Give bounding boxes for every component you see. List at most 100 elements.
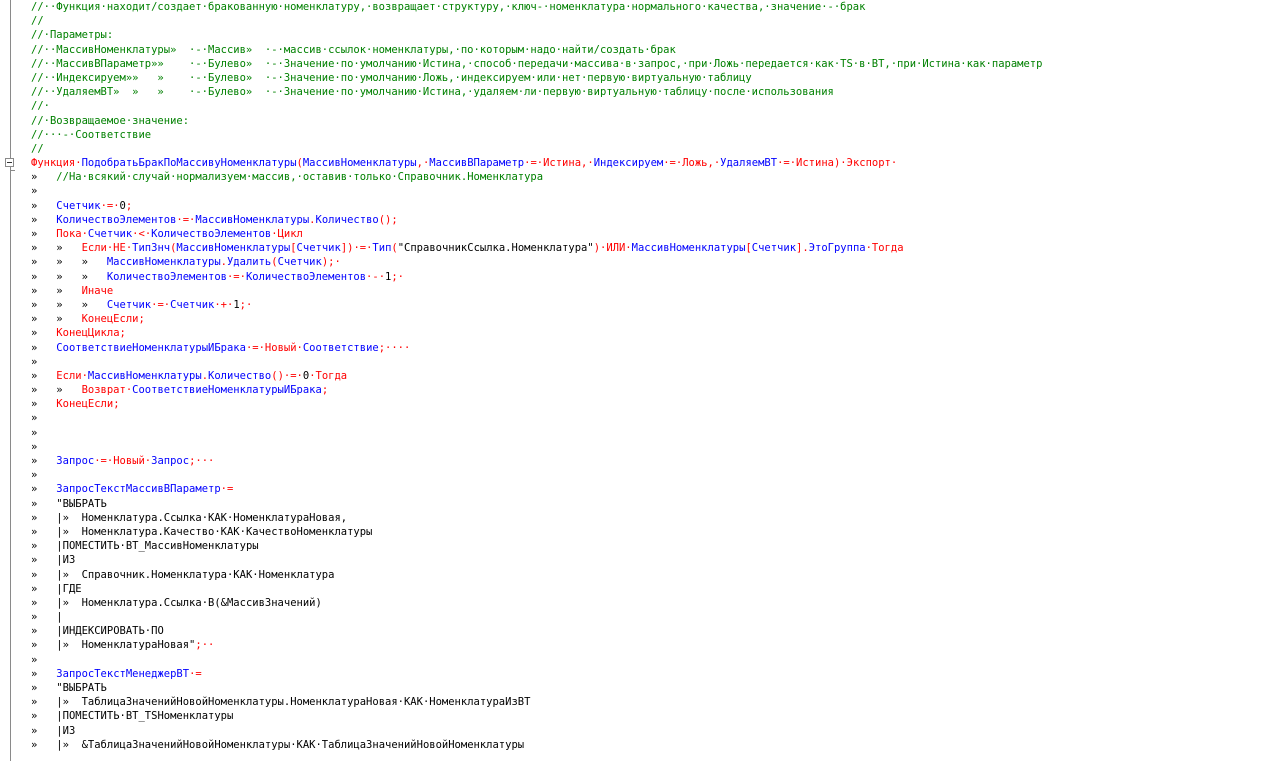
code-token: |ГДЕ xyxy=(56,582,82,595)
code-line[interactable]: //··Индексируем»» » ·-·Булево» ·-·Значен… xyxy=(31,71,1280,85)
code-line[interactable]: » » » МассивНоменклатуры.Удалить(Счетчик… xyxy=(31,255,1280,269)
code-line[interactable]: » |» ТаблицаЗначенийНовойНоменклатуры.Но… xyxy=(31,695,1280,709)
code-line[interactable]: » » » КоличествоЭлементов·=·КоличествоЭл… xyxy=(31,270,1280,284)
code-token: Индексируем xyxy=(593,157,664,170)
code-line[interactable]: » КонецЕсли; xyxy=(31,397,1280,411)
code-line[interactable]: //·Возвращаемое·значение: xyxy=(31,114,1280,128)
code-line[interactable]: » |» НоменклатураНовая";·· xyxy=(31,638,1280,652)
code-line[interactable]: » xyxy=(31,468,1280,482)
code-token: » xyxy=(31,525,57,538)
code-line[interactable]: » Пока·Счетчик·<·КоличествоЭлементов·Цик… xyxy=(31,227,1280,241)
code-token: » xyxy=(31,469,38,482)
code-token: » xyxy=(31,440,38,453)
code-line[interactable]: //· xyxy=(31,99,1280,113)
code-line[interactable]: » xyxy=(31,426,1280,440)
code-token: » » xyxy=(31,284,82,297)
code-line[interactable]: » » Возврат·СоответствиеНоменклатурыИБра… xyxy=(31,383,1280,397)
code-token: ,· xyxy=(707,157,721,170)
code-line[interactable]: » xyxy=(31,440,1280,454)
code-line[interactable]: » //На·всякий·случай·нормализуем·массив,… xyxy=(31,170,1280,184)
code-line[interactable]: » |» Номенклатура.Качество·КАК·КачествоН… xyxy=(31,525,1280,539)
code-token: ;· xyxy=(391,270,404,283)
code-line[interactable]: » КонецЦикла; xyxy=(31,326,1280,340)
code-editor[interactable]: //··Функция·находит/создает·бракованную·… xyxy=(0,0,1280,761)
code-line[interactable]: » ЗапросТекстМенеджерВТ·= xyxy=(31,667,1280,681)
code-token: » xyxy=(31,596,57,609)
code-line[interactable]: » » КонецЕсли; xyxy=(31,312,1280,326)
code-token: Удалить xyxy=(226,256,272,269)
code-token: |ПОМЕСТИТЬ·ВТ_TSНоменклатуры xyxy=(56,710,234,723)
code-line[interactable]: » |» &ТаблицаЗначенийНовойНоменклатуры·К… xyxy=(31,738,1280,752)
code-line[interactable]: » |» Номенклатура.Ссылка·В(&МассивЗначен… xyxy=(31,596,1280,610)
code-line[interactable]: // xyxy=(31,142,1280,156)
code-line[interactable]: //··МассивВПараметр»» ·-·Булево» ·-·Знач… xyxy=(31,57,1280,71)
code-token: ·<· xyxy=(132,228,152,240)
code-line[interactable]: » » Если·НЕ·ТипЗнч(МассивНоменклатуры[Сч… xyxy=(31,241,1280,255)
code-line[interactable]: » xyxy=(31,653,1280,667)
code-line[interactable]: » | xyxy=(31,610,1280,624)
code-line[interactable]: » Если·МассивНоменклатуры.Количество()·=… xyxy=(31,369,1280,383)
code-token: Счетчик xyxy=(296,242,341,255)
code-line[interactable]: » xyxy=(31,411,1280,425)
code-line[interactable]: » xyxy=(31,184,1280,198)
code-line[interactable]: » "ВЫБРАТЬ xyxy=(31,497,1280,511)
code-line[interactable]: //··Функция·находит/создает·бракованную·… xyxy=(31,0,1280,14)
code-token: МассивНоменклатуры xyxy=(106,256,221,269)
code-line[interactable]: » |ИНДЕКСИРОВАТЬ·ПО xyxy=(31,624,1280,638)
code-line[interactable]: » "ВЫБРАТЬ xyxy=(31,681,1280,695)
code-line[interactable]: » ЗапросТекстМассивВПараметр·= xyxy=(31,482,1280,496)
code-line[interactable]: » Запрос·=·Новый·Запрос;··· xyxy=(31,454,1280,468)
code-token: КоличествоЭлементов xyxy=(56,213,177,226)
code-line[interactable]: » |» Справочник.Номенклатура·КАК·Номенкл… xyxy=(31,568,1280,582)
code-line[interactable]: // xyxy=(31,14,1280,28)
code-token: Возврат· xyxy=(81,384,133,397)
code-line[interactable]: //···-·Соответствие xyxy=(31,128,1280,142)
code-lines[interactable]: //··Функция·находит/создает·бракованную·… xyxy=(31,0,1280,752)
code-token: ·+· xyxy=(214,298,234,311)
code-line[interactable]: » Счетчик·=·0; xyxy=(31,199,1280,213)
code-line[interactable]: » » Иначе xyxy=(31,284,1280,298)
code-token: );· xyxy=(321,256,341,269)
code-token: Счетчик xyxy=(106,298,152,311)
code-token: Счетчик xyxy=(87,228,133,240)
code-line[interactable]: » » » Счетчик·=·Счетчик·+·1;· xyxy=(31,298,1280,312)
code-token: //·Параметры: xyxy=(31,29,114,42)
code-line[interactable]: » |» Номенклатура.Ссылка·КАК·Номенклатур… xyxy=(31,511,1280,525)
code-token: Экспорт xyxy=(846,157,891,170)
code-line[interactable]: » СоответствиеНоменклатурыИБрака·=·Новый… xyxy=(31,341,1280,355)
code-token: Ложь xyxy=(682,157,708,170)
code-token: » xyxy=(31,639,57,652)
code-token: КоличествоЭлементов xyxy=(245,270,367,283)
code-token: Соответствие xyxy=(302,341,379,354)
code-token: ·=· xyxy=(226,270,246,283)
code-token: КонецЕсли; xyxy=(81,313,145,326)
code-line[interactable]: » |ИЗ xyxy=(31,724,1280,738)
code-token: » xyxy=(31,398,57,411)
code-token: » xyxy=(31,738,57,751)
code-line[interactable]: » |ПОМЕСТИТЬ·ВТ_МассивНоменклатуры xyxy=(31,539,1280,553)
code-token: ·=· xyxy=(100,199,120,212)
code-token: » xyxy=(31,369,57,382)
code-line[interactable]: » xyxy=(31,355,1280,369)
code-line[interactable]: //··МассивНоменклатуры» ·-·Массив» ·-·ма… xyxy=(31,43,1280,57)
code-line[interactable]: » |ИЗ xyxy=(31,553,1280,567)
fold-margin xyxy=(0,0,22,761)
code-token: Тип xyxy=(372,242,392,255)
code-token: Счетчик xyxy=(170,298,215,311)
code-token: ; xyxy=(125,199,133,212)
code-line[interactable]: Функция·ПодобратьБракПоМассивуНоменклату… xyxy=(31,156,1280,170)
code-line[interactable]: » |ГДЕ xyxy=(31,582,1280,596)
code-line[interactable]: » |ПОМЕСТИТЬ·ВТ_TSНоменклатуры xyxy=(31,709,1280,723)
code-token: » » » xyxy=(31,298,107,311)
code-token: //··Индексируем»» » ·-·Булево» ·-·Значен… xyxy=(31,71,752,84)
code-line[interactable]: //·Параметры: xyxy=(31,28,1280,42)
code-line[interactable]: //··УдаляемВТ» » » ·-·Булево» ·-·Значени… xyxy=(31,85,1280,99)
code-token: МассивНоменклатуры xyxy=(631,242,746,255)
code-token: ,· xyxy=(416,157,430,170)
function-fold-line xyxy=(10,167,11,761)
code-token: » xyxy=(31,540,57,553)
code-token: » xyxy=(31,696,57,709)
code-token: » xyxy=(31,455,57,467)
code-line[interactable]: » КоличествоЭлементов·=·МассивНоменклату… xyxy=(31,213,1280,227)
collapse-function-icon[interactable] xyxy=(5,158,14,167)
